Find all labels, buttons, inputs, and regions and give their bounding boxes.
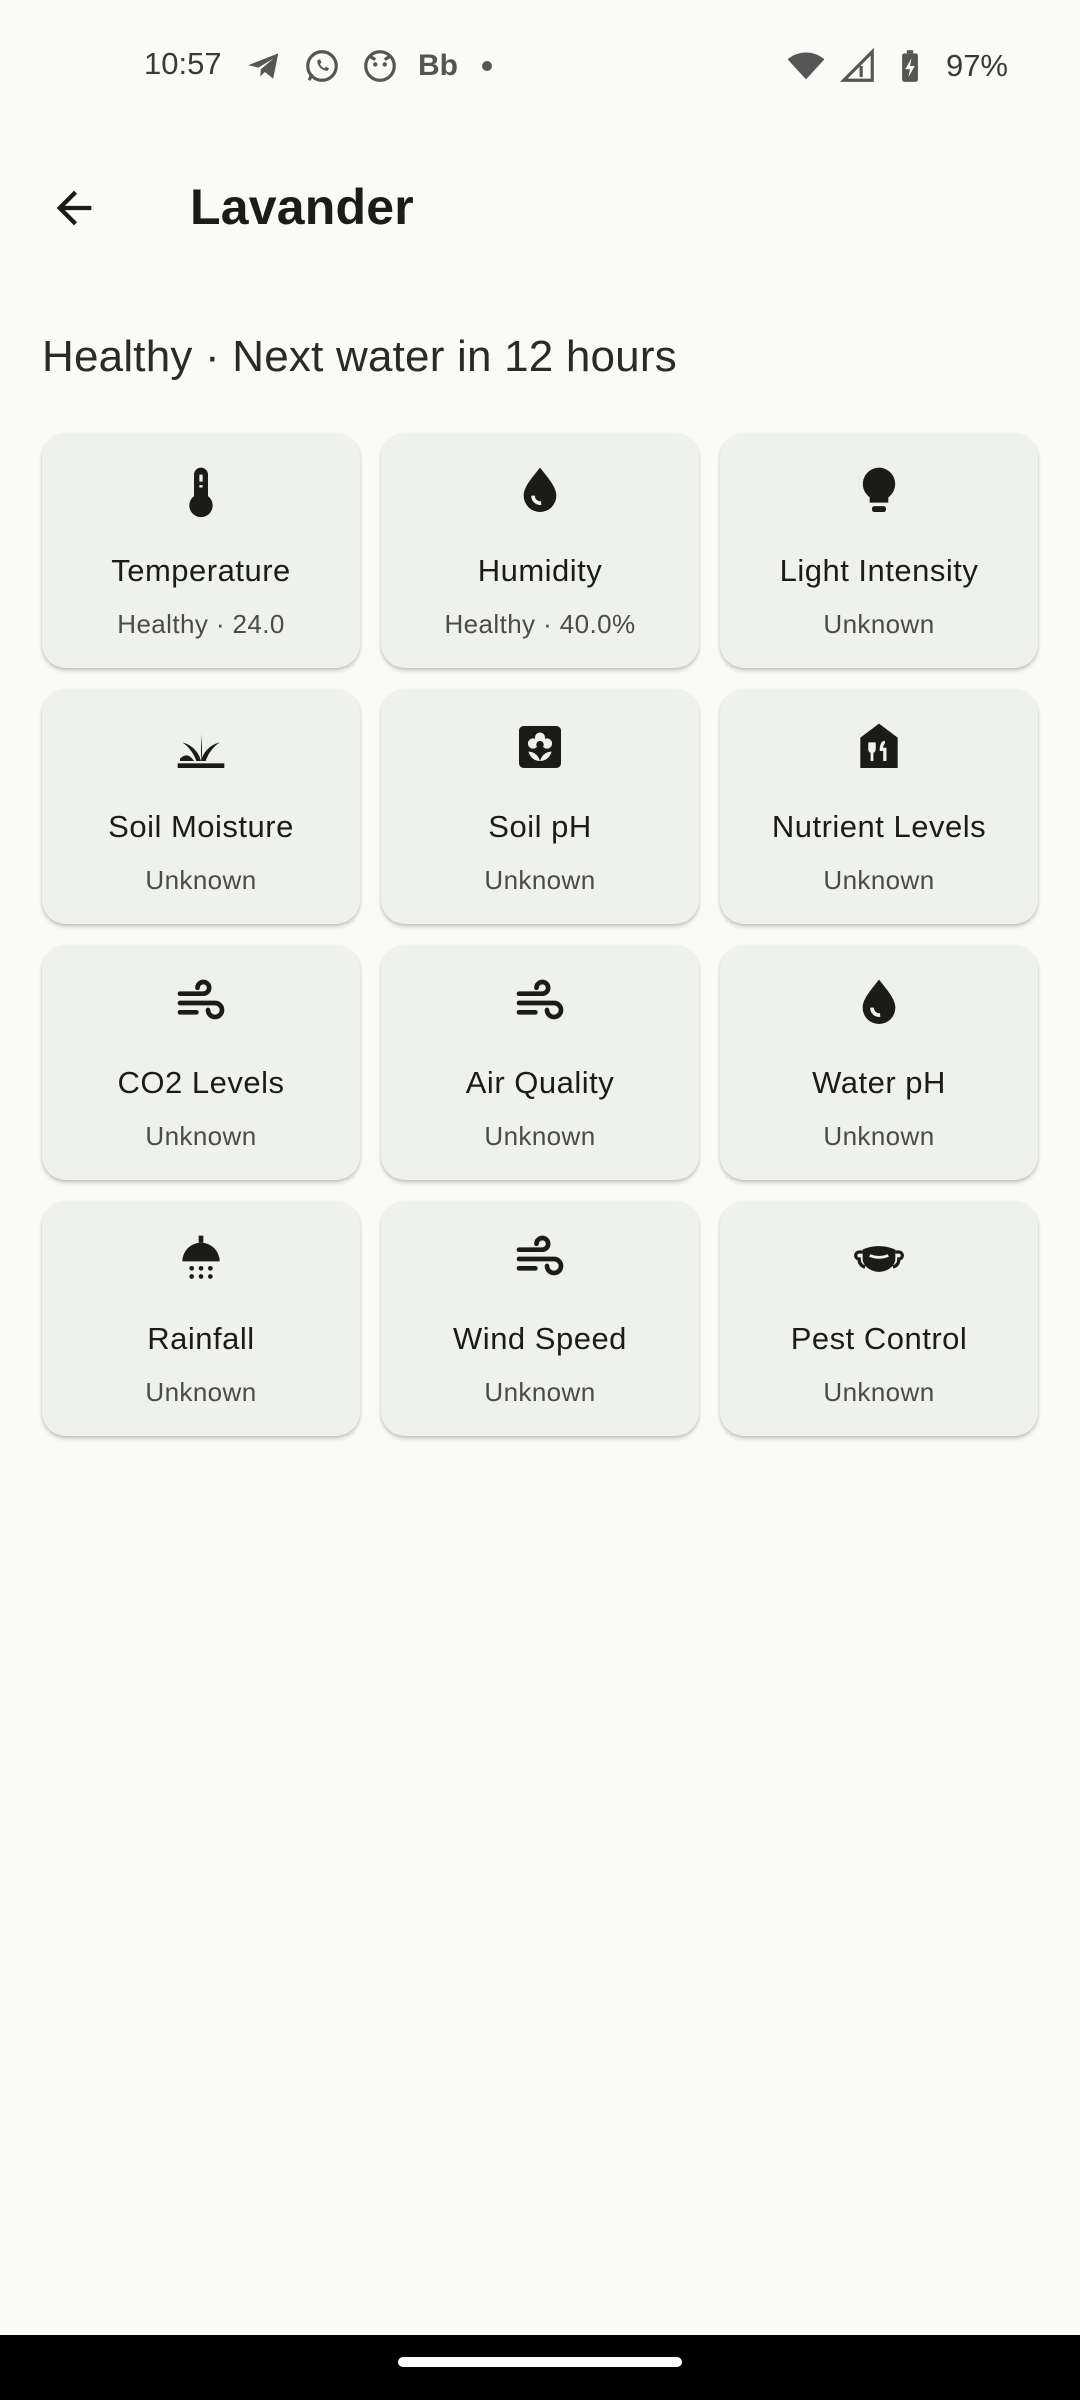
- wifi-icon: [786, 46, 826, 86]
- page-title: Lavander: [190, 179, 414, 235]
- mask-icon: [849, 1229, 909, 1289]
- status-bar: 10:57 Bb 97%: [0, 0, 1080, 136]
- card-title: Nutrient Levels: [771, 809, 987, 844]
- card-title: Wind Speed: [453, 1321, 627, 1356]
- arrow-back-icon: [56, 190, 92, 226]
- card-title: Humidity: [477, 553, 603, 588]
- card-wind-speed[interactable]: Wind Speed Unknown: [381, 1201, 699, 1436]
- local-florist-icon: [510, 717, 570, 777]
- sensor-grid: Temperature Healthy · 24.0 Humidity Heal…: [42, 433, 1039, 1436]
- card-status: Unknown: [484, 1121, 596, 1151]
- card-title: Rainfall: [147, 1321, 255, 1356]
- card-air-quality[interactable]: Air Quality Unknown: [381, 945, 699, 1180]
- card-water-ph[interactable]: Water pH Unknown: [720, 945, 1038, 1180]
- card-title: Temperature: [111, 553, 291, 588]
- card-co2-levels[interactable]: CO2 Levels Unknown: [42, 945, 360, 1180]
- lightbulb-icon: [849, 461, 909, 521]
- shower-icon: [171, 1229, 231, 1289]
- air-icon: [510, 1229, 570, 1289]
- signal-icon: [838, 46, 878, 86]
- air-icon: [171, 973, 231, 1033]
- system-icons: 97%: [786, 46, 1008, 86]
- card-status: Unknown: [145, 1121, 257, 1151]
- card-status: Unknown: [484, 1377, 596, 1407]
- plant-status-summary: Healthy · Next water in 12 hours: [42, 332, 677, 381]
- card-status: Unknown: [823, 609, 935, 639]
- app-bar: Lavander: [0, 150, 1080, 270]
- card-title: Pest Control: [790, 1321, 968, 1356]
- card-soil-moisture[interactable]: Soil Moisture Unknown: [42, 689, 360, 924]
- home-gesture-handle[interactable]: [398, 2357, 682, 2367]
- status-time: 10:57: [144, 46, 222, 81]
- whatsapp-icon: [302, 46, 342, 86]
- card-status: Unknown: [823, 1121, 935, 1151]
- card-status: Unknown: [145, 865, 257, 895]
- system-navigation-bar: [0, 2335, 1080, 2400]
- air-icon: [510, 973, 570, 1033]
- telegram-icon: [244, 46, 284, 86]
- card-status: Healthy · 40.0%: [444, 609, 636, 639]
- battery-charging-icon: [890, 46, 930, 86]
- card-status: Unknown: [484, 865, 596, 895]
- card-title: Light Intensity: [779, 553, 979, 588]
- card-title: Water pH: [812, 1065, 946, 1100]
- card-status: Unknown: [823, 1377, 935, 1407]
- bb-icon: Bb: [418, 49, 458, 82]
- card-rainfall[interactable]: Rainfall Unknown: [42, 1201, 360, 1436]
- card-status: Unknown: [145, 1377, 257, 1407]
- card-title: Soil Moisture: [108, 809, 294, 844]
- restaurant-house-icon: [849, 717, 909, 777]
- card-humidity[interactable]: Humidity Healthy · 40.0%: [381, 433, 699, 668]
- card-title: CO2 Levels: [117, 1065, 285, 1100]
- back-button[interactable]: [38, 172, 110, 244]
- card-light-intensity[interactable]: Light Intensity Unknown: [720, 433, 1038, 668]
- water-drop-icon: [849, 973, 909, 1033]
- dot-icon: [482, 61, 492, 71]
- grass-icon: [171, 717, 231, 777]
- card-title: Air Quality: [465, 1065, 615, 1100]
- thermometer-icon: [171, 461, 231, 521]
- battery-percentage: 97%: [945, 48, 1008, 83]
- card-nutrient-levels[interactable]: Nutrient Levels Unknown: [720, 689, 1038, 924]
- water-drop-icon: [510, 461, 570, 521]
- card-status: Healthy · 24.0: [117, 609, 285, 639]
- card-soil-ph[interactable]: Soil pH Unknown: [381, 689, 699, 924]
- card-pest-control[interactable]: Pest Control Unknown: [720, 1201, 1038, 1436]
- cat-icon: [360, 46, 400, 86]
- card-temperature[interactable]: Temperature Healthy · 24.0: [42, 433, 360, 668]
- card-title: Soil pH: [488, 809, 592, 844]
- card-status: Unknown: [823, 865, 935, 895]
- notification-icons: Bb: [244, 46, 492, 86]
